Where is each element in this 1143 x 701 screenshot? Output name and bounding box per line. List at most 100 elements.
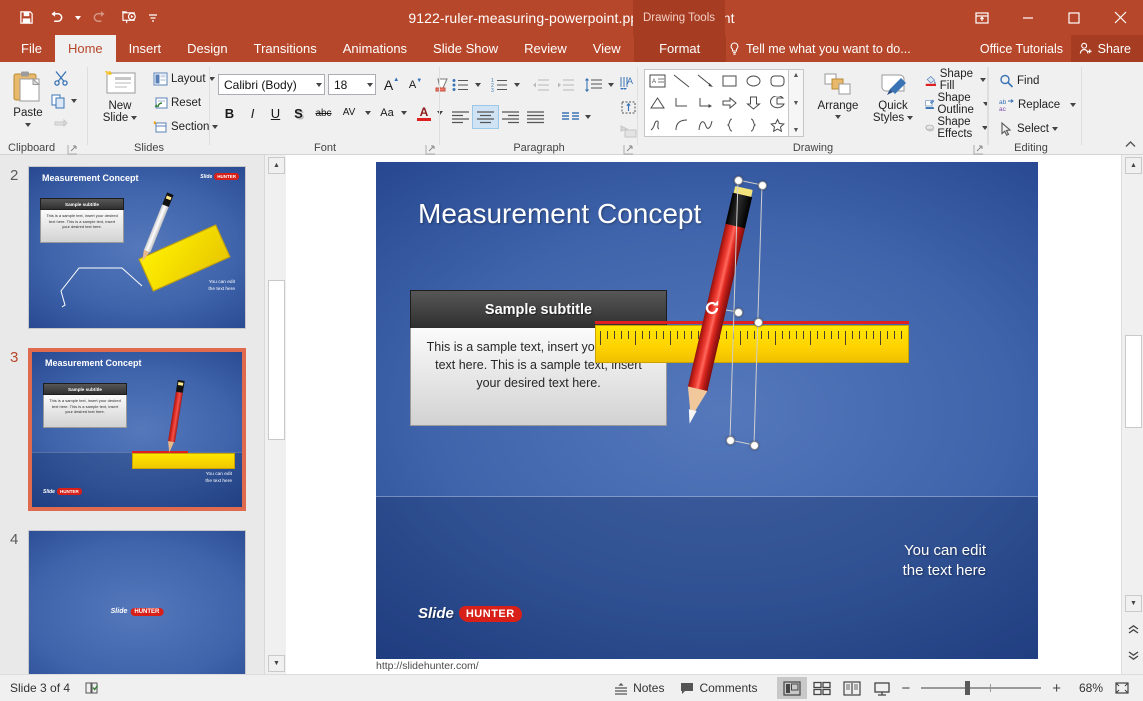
thumbnail-row-2[interactable]: 2 Measurement Concept Slide HUNTER Sampl… [0,161,264,349]
find-button[interactable]: Find [996,70,1042,92]
numbering-dropdown-icon[interactable] [511,74,522,96]
shape-arc-icon[interactable] [669,114,693,136]
shape-right-arrow-icon[interactable] [717,92,741,114]
resize-handle-top-left[interactable] [734,176,743,185]
shape-fill-dropdown-icon[interactable] [980,78,986,82]
customize-qat-icon[interactable] [145,3,161,33]
undo-icon[interactable] [42,3,70,33]
shape-textbox-icon[interactable]: A [645,70,669,92]
thumbnail-scroll-up-icon[interactable]: ▲ [268,157,285,174]
shapes-gallery-scrollbar[interactable]: ▲ ▼ ▼ [789,69,804,137]
italic-button[interactable]: I [241,102,264,124]
resize-handle-bottom-left[interactable] [726,436,735,445]
thumbnail-row-3[interactable]: 3 Measurement Concept Sample subtitle Th… [0,343,264,531]
slide-thumbnail-4[interactable]: Slide HUNTER [28,530,246,674]
shape-scribble-icon[interactable] [645,114,669,136]
tab-insert[interactable]: Insert [116,35,175,62]
slide-pane-scrollbar[interactable]: ▲ ▼ [1121,155,1143,674]
shape-left-brace-icon[interactable] [717,114,741,136]
shape-elbow-arrow-icon[interactable] [693,92,717,114]
shape-down-arrow-icon[interactable] [741,92,765,114]
share-button[interactable]: Share [1071,35,1143,62]
shrink-font-button[interactable]: A▼ [404,74,427,96]
resize-handle-mid-right[interactable] [754,318,763,327]
tab-transitions[interactable]: Transitions [241,35,330,62]
line-spacing-dropdown-icon[interactable] [605,74,616,96]
close-icon[interactable] [1097,0,1143,35]
line-spacing-button[interactable] [581,74,605,96]
shapes-scroll-up-icon[interactable]: ▲ [793,72,800,79]
shape-right-brace-icon[interactable] [741,114,765,136]
spellcheck-icon[interactable] [84,681,100,695]
bullets-button[interactable] [448,74,472,96]
thumbnail-scroll-down-icon[interactable]: ▼ [268,655,285,672]
change-case-dropdown-icon[interactable] [398,102,409,124]
thumbnail-scrollbar-thumb[interactable] [268,280,285,440]
clipboard-dialog-launcher[interactable] [67,142,78,153]
scrollbar-thumb[interactable] [1125,335,1142,428]
quick-styles-button[interactable]: Quick Styles [868,68,918,124]
align-right-button[interactable] [498,106,523,128]
current-slide[interactable]: Measurement Concept Sample subtitle This… [376,162,1038,659]
tab-slide-show[interactable]: Slide Show [420,35,511,62]
slide-edit-text[interactable]: You can edit the text here [816,541,986,581]
font-name-combo[interactable]: Calibri (Body) [218,74,325,95]
office-tutorials-link[interactable]: Office Tutorials [980,35,1063,62]
zoom-out-button[interactable]: − [897,680,914,697]
align-center-button[interactable] [473,106,498,128]
shapes-more-icon[interactable]: ▼ [793,127,800,134]
shape-line-icon[interactable] [669,70,693,92]
new-slide-button[interactable]: New Slide [94,66,146,124]
font-dialog-launcher[interactable] [425,142,436,153]
character-spacing-button[interactable]: AV [336,102,362,124]
scroll-up-icon[interactable]: ▲ [1125,157,1142,174]
collapse-ribbon-button[interactable] [1121,136,1139,152]
shape-triangle-icon[interactable] [645,92,669,114]
tab-format[interactable]: Format [634,35,726,62]
underline-button[interactable]: U [264,102,287,124]
comments-button[interactable]: Comments [672,678,765,698]
arrange-dropdown-icon[interactable] [835,115,841,119]
bold-button[interactable]: B [218,102,241,124]
ribbon-display-options-icon[interactable] [959,0,1005,35]
justify-button[interactable] [523,106,548,128]
maximize-icon[interactable] [1051,0,1097,35]
shape-star-icon[interactable] [765,114,789,136]
view-slideshow-button[interactable] [867,677,897,699]
start-slideshow-icon[interactable] [115,3,143,33]
thumbnail-scrollbar[interactable]: ▲ ▼ [264,155,286,674]
notes-button[interactable]: Notes [606,678,672,698]
paste-button[interactable]: Paste [6,66,50,127]
character-spacing-dropdown-icon[interactable] [362,102,373,124]
save-icon[interactable] [12,3,40,33]
resize-handle-mid-left[interactable] [734,308,743,317]
select-dropdown-icon[interactable] [1052,127,1058,131]
thumbnail-row-4[interactable]: 4 Slide HUNTER [0,525,264,674]
font-size-dropdown-icon[interactable] [367,83,373,87]
tab-file[interactable]: File [8,35,55,62]
copy-dropdown-icon[interactable] [68,90,79,112]
reset-button[interactable]: Reset [150,92,204,114]
replace-dropdown-icon[interactable] [1070,103,1076,107]
shapes-gallery[interactable]: A [644,69,789,137]
undo-dropdown-icon[interactable] [72,3,83,33]
new-slide-dropdown-icon[interactable] [131,116,137,120]
replace-button[interactable]: abac Replace [996,94,1079,116]
shape-fill-button[interactable]: Shape Fill [922,69,989,91]
resize-handle-bottom-right[interactable] [750,441,759,450]
rotation-handle[interactable] [702,298,722,323]
shape-outline-button[interactable]: Shape Outline [922,93,992,115]
scroll-down-icon[interactable]: ▼ [1125,595,1142,612]
grow-font-button[interactable]: A▲ [380,74,403,96]
slide-thumbnail-2[interactable]: Measurement Concept Slide HUNTER Sample … [28,166,246,329]
strikethrough-button[interactable]: abc [312,102,335,124]
tell-me-search[interactable]: Tell me what you want to do... [729,35,911,62]
tab-home[interactable]: Home [55,35,116,62]
shape-elbow-connector-icon[interactable] [669,92,693,114]
zoom-slider[interactable] [921,680,1041,696]
view-normal-button[interactable] [777,677,807,699]
align-left-button[interactable] [448,106,473,128]
columns-dropdown-icon[interactable] [582,106,593,128]
paste-dropdown-icon[interactable] [25,123,31,127]
next-slide-button[interactable] [1125,647,1142,664]
